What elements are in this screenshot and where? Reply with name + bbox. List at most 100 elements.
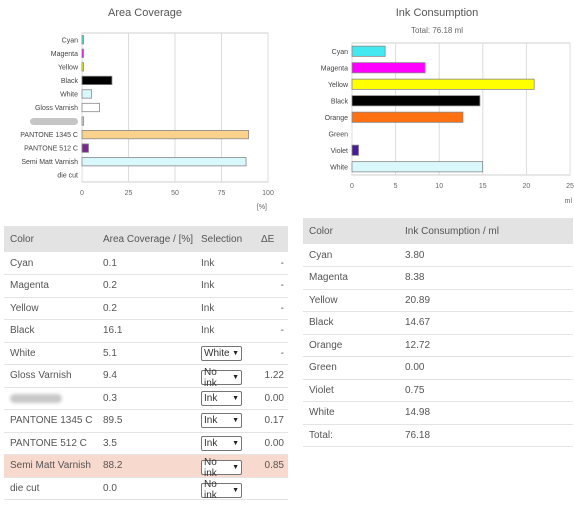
bar <box>81 157 247 167</box>
selection-value: No ink <box>204 456 217 479</box>
cell-coverage: 0.3 <box>97 387 195 410</box>
selection-dropdown[interactable]: No ink ▼ <box>201 479 242 501</box>
selection-dropdown[interactable]: Ink ▼ <box>201 435 242 451</box>
ink-row: Yellow 20.89 <box>303 289 573 312</box>
category-label: Green <box>329 131 349 138</box>
cell-delta-e: - <box>255 297 288 320</box>
cell-delta-e: - <box>255 319 288 343</box>
cell-selection: Ink <box>195 319 255 343</box>
coverage-row: Cyan 0.1 Ink - <box>4 252 288 275</box>
cell-selection: No ink ▼ <box>195 454 255 479</box>
coverage-row: die cut 0.0 No ink ▼ <box>4 477 288 501</box>
redacted-label <box>30 118 78 126</box>
ink-cell-value: 14.67 <box>399 311 573 335</box>
coverage-row: Black 16.1 Ink - <box>4 319 288 343</box>
header-area-coverage: Area Coverage / [%] <box>97 226 195 252</box>
ink-cell-color: Orange <box>303 334 399 357</box>
cell-selection: Ink <box>195 274 255 298</box>
category-label: Magenta <box>321 65 348 72</box>
coverage-row: Semi Matt Varnish 88.2 No ink ▼ 0.85 <box>4 454 288 479</box>
bar <box>351 161 484 173</box>
ink-cell-color: Magenta <box>303 266 399 290</box>
cell-color: Black <box>4 319 97 343</box>
selection-dropdown[interactable]: Ink ▼ <box>201 413 242 429</box>
bar <box>81 62 84 72</box>
bar <box>81 75 113 86</box>
cell-color: Magenta <box>4 274 97 298</box>
x-tick-label: 0 <box>80 190 84 197</box>
cell-coverage: 0.2 <box>97 297 195 320</box>
cell-delta-e: - <box>255 252 288 275</box>
ink-cell-color: Total: <box>303 424 399 447</box>
bar <box>351 95 481 107</box>
cell-coverage: 89.5 <box>97 409 195 433</box>
cell-selection: Ink ▼ <box>195 432 255 455</box>
ink-row: Magenta 8.38 <box>303 266 573 290</box>
chevron-down-icon: ▼ <box>232 439 239 447</box>
ink-header-color: Color <box>303 218 399 244</box>
category-label: die cut <box>57 173 78 180</box>
x-tick-label: 15 <box>479 183 487 190</box>
bar <box>81 89 92 99</box>
category-label: Violet <box>331 148 348 155</box>
selection-dropdown[interactable]: No ink ▼ <box>201 367 242 389</box>
cell-coverage: 0.1 <box>97 252 195 275</box>
redacted-color-name <box>10 393 62 403</box>
bar <box>81 116 84 126</box>
cell-coverage: 16.1 <box>97 319 195 343</box>
cell-coverage: 9.4 <box>97 364 195 388</box>
chevron-down-icon: ▼ <box>232 464 239 471</box>
coverage-row: Yellow 0.2 Ink - <box>4 297 288 320</box>
coverage-row: White 5.1 White ▼ - <box>4 342 288 365</box>
bar <box>81 129 249 140</box>
chevron-down-icon: ▼ <box>232 394 239 402</box>
x-tick-label: 10 <box>435 183 443 190</box>
cell-color: Semi Matt Varnish <box>4 454 97 478</box>
ink-cell-value: 3.80 <box>399 244 573 267</box>
ink-consumption-chart: Ink Consumption Total: 76.18 ml 0 5 10 15 20… <box>300 0 574 215</box>
ink-row: White 14.98 <box>303 401 573 425</box>
ink-consumption-table: Color Ink Consumption / ml Cyan 3.80 Magen… <box>303 218 573 447</box>
category-label: Black <box>331 98 349 105</box>
x-tick-label: 75 <box>218 190 226 197</box>
category-label: White <box>60 91 78 98</box>
cell-color: Gloss Varnish <box>4 364 97 388</box>
bar <box>81 102 100 113</box>
cell-delta-e: - <box>255 274 288 298</box>
ink-row: Orange 12.72 <box>303 334 573 357</box>
chevron-down-icon: ▼ <box>232 374 239 381</box>
selection-dropdown[interactable]: Ink ▼ <box>201 390 242 406</box>
chevron-down-icon: ▼ <box>232 417 239 425</box>
chevron-down-icon: ▼ <box>232 349 239 357</box>
cell-delta-e: 0.00 <box>255 387 288 410</box>
coverage-row: Gloss Varnish 9.4 No ink ▼ 1.22 <box>4 364 288 389</box>
cell-selection: Ink <box>195 252 255 275</box>
area-coverage-chart: Area Coverage 0 25 50 75 100 [%] Cyan Magenta Ye… <box>0 0 290 215</box>
category-label: PANTONE 512 C <box>24 146 78 153</box>
cell-delta-e: 0.17 <box>255 409 288 433</box>
coverage-header-row: Color Area Coverage / [%] Selection ΔE <box>4 226 288 252</box>
bar <box>81 143 89 153</box>
ink-total-row: Total: 76.18 <box>303 424 573 447</box>
x-tick-label: 50 <box>171 190 179 197</box>
x-tick-label: 25 <box>566 183 574 190</box>
ink-cell-color: Yellow <box>303 289 399 312</box>
ink-cell-value: 76.18 <box>399 424 573 447</box>
selection-dropdown[interactable]: No ink ▼ <box>201 457 242 479</box>
bar <box>351 144 359 156</box>
category-label: Gloss Varnish <box>35 105 78 112</box>
x-unit-label: ml <box>565 198 573 205</box>
ink-row: Cyan 3.80 <box>303 244 573 267</box>
cell-coverage: 3.5 <box>97 432 195 455</box>
ink-cell-color: Violet <box>303 379 399 402</box>
ink-cell-color: Black <box>303 311 399 335</box>
bar <box>351 45 386 57</box>
ink-cell-color: Green <box>303 356 399 380</box>
ink-cell-value: 20.89 <box>399 289 573 312</box>
ink-cell-color: White <box>303 401 399 425</box>
ink-header-consumption: Ink Consumption / ml <box>399 218 573 244</box>
x-tick-label: 5 <box>394 183 398 190</box>
selection-dropdown[interactable]: White ▼ <box>201 345 242 361</box>
cell-delta-e <box>255 477 288 500</box>
ink-consumption-svg: 0 5 10 15 20 25 ml Cyan Magenta Yellow Black Orange… <box>321 42 574 205</box>
